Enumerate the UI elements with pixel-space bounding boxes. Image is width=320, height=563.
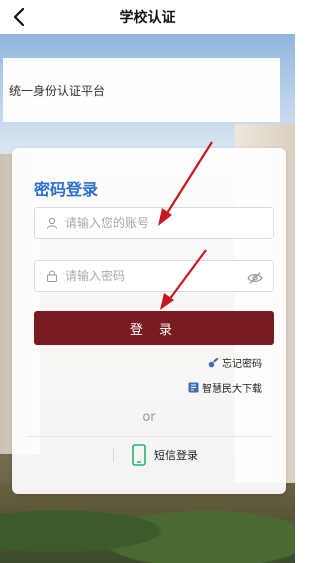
- page-title: 学校认证: [119, 10, 176, 26]
- app-download-label: 智慧民大下载: [202, 384, 262, 395]
- trees: [0, 483, 295, 563]
- download-app-icon: [188, 382, 199, 393]
- key-icon: [208, 357, 219, 368]
- annotation-arrow-to-login: [160, 249, 207, 310]
- login-button[interactable]: 登 录: [34, 311, 274, 345]
- back-button[interactable]: [8, 4, 30, 30]
- phone-icon: [132, 444, 146, 466]
- sms-login-label: 短信登录: [154, 449, 198, 462]
- platform-banner: 统一身份认证平台: [3, 58, 280, 122]
- user-icon: [45, 216, 59, 230]
- chevron-left-icon: [13, 8, 25, 26]
- divider: [26, 436, 272, 437]
- forgot-password-link[interactable]: 忘记密码: [208, 355, 262, 370]
- lock-icon: [45, 269, 59, 283]
- eye-off-icon[interactable]: [247, 270, 263, 284]
- annotation-arrow-to-account: [158, 141, 213, 226]
- sms-login-button[interactable]: 短信登录: [132, 444, 198, 466]
- app-download-link[interactable]: 智慧民大下载: [188, 380, 262, 395]
- login-card: 密码登录 登 录: [12, 148, 286, 494]
- vertical-separator: [113, 448, 114, 462]
- forgot-password-label: 忘记密码: [222, 359, 262, 370]
- top-bar: 学校认证: [0, 0, 295, 34]
- platform-name: 统一身份认证平台: [9, 83, 106, 98]
- or-separator: or: [142, 410, 156, 425]
- login-method-title: 密码登录: [34, 180, 99, 199]
